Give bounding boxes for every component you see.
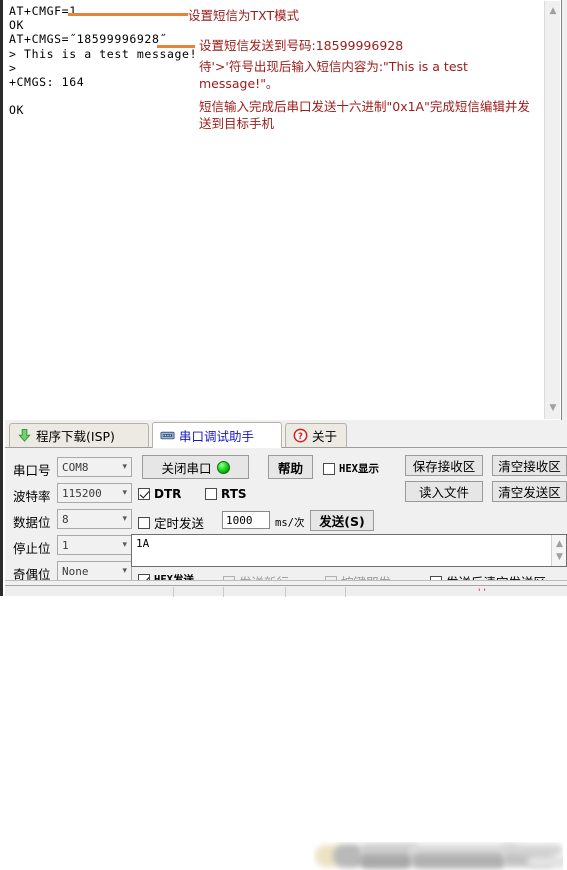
timed-unit-label: ms/次 [275,517,305,529]
checkbox-box [323,462,335,475]
rts-label: RTS [221,487,247,501]
tab-program-download[interactable]: 程序下载(ISP) [9,423,149,447]
send-area-scrollbar[interactable]: ▲ ▼ [551,535,566,566]
dtr-label: DTR [154,487,182,501]
svg-text:?: ? [298,431,303,441]
status-bar: '' [5,585,567,598]
dtr-checkbox[interactable]: DTR [138,487,181,501]
chevron-down-icon: ▾ [122,540,127,550]
annotation-line-2 [157,45,195,48]
load-file-label: 读入文件 [418,485,469,500]
rts-checkbox[interactable]: RTS [205,487,247,501]
serial-port-icon [160,428,175,443]
send-button-label: 发送(S) [319,514,365,529]
close-port-button[interactable]: 关闭串口 [142,455,249,479]
tab-label-serial-debug-assistant: 串口调试助手 [179,429,255,444]
databits-value: 8 [62,512,69,526]
port-value: COM8 [62,460,89,474]
help-label: 帮助 [277,460,303,476]
annotation-text-3: 待'>'符号出现后输入短信内容为:"This is a test message… [199,59,472,91]
download-arrow-icon [17,428,32,443]
control-panel: 串口号 波特率 数据位 停止位 奇偶位 COM8 ▾ 115200 ▾ 8 ▾ … [5,448,567,590]
timed-interval-input[interactable]: 1000 [222,511,270,529]
tab-strip: 程序下载(ISP) 串口调试助手 ? 关于 [5,421,567,869]
port-label: 串口号 [13,463,51,478]
port-status-led-icon [216,460,230,474]
timed-send-checkbox[interactable]: 定时发送 [138,513,204,532]
baud-select[interactable]: 115200 ▾ [57,483,132,503]
send-area-value: 1A [136,537,150,550]
databits-label: 数据位 [13,515,51,530]
tab-serial-debug-assistant[interactable]: 串口调试助手 [152,422,282,448]
clear-receive-button[interactable]: 清空接收区 [492,455,567,476]
checkbox-box [138,516,150,529]
send-area-input[interactable]: 1A ▲ ▼ [131,534,567,567]
checkbox-box [138,488,150,500]
baud-label: 波特率 [13,489,51,504]
tab-label-about: 关于 [312,429,338,444]
hex-display-checkbox[interactable]: HEX显示 [323,461,379,476]
parity-select[interactable]: None ▾ [57,561,132,581]
timed-interval-value: 1000 [226,513,253,527]
stopbits-value: 1 [62,538,69,552]
timed-send-label: 定时发送 [154,516,205,531]
clear-send-button[interactable]: 清空发送区 [492,481,567,502]
chevron-down-icon: ▾ [122,462,127,472]
clear-send-label: 清空发送区 [498,485,561,500]
chevron-down-icon: ▾ [122,566,127,576]
hex-display-label: HEX显示 [339,463,379,475]
scroll-down-icon[interactable]: ▼ [552,549,567,565]
question-mark-icon: ? [293,428,308,443]
chevron-down-icon: ▾ [122,488,127,498]
annotation-text-2: 设置短信发送到号码:18599996928 [199,38,404,53]
parity-value: None [62,564,89,578]
tab-about[interactable]: ? 关于 [285,423,347,447]
port-select[interactable]: COM8 ▾ [57,457,132,477]
save-receive-label: 保存接收区 [412,459,476,474]
send-button[interactable]: 发送(S) [310,510,374,531]
status-red-marks: '' [478,588,489,598]
redacted-blur-region [313,842,563,870]
help-button[interactable]: 帮助 [268,455,313,479]
stopbits-select[interactable]: 1 ▾ [57,535,132,555]
receive-area-scrollbar[interactable]: ▲ ▼ [544,1,560,419]
serial-debug-assistant-window: AT+CMGF=1 OK AT+CMGS=˝18599996928˝ > Thi… [0,0,567,869]
tab-label-program-download: 程序下载(ISP) [36,429,115,444]
databits-select[interactable]: 8 ▾ [57,509,132,529]
load-file-button[interactable]: 读入文件 [405,481,483,502]
close-port-label: 关闭串口 [161,460,212,476]
annotation-line-1 [68,13,188,16]
receive-area[interactable]: AT+CMGF=1 OK AT+CMGS=˝18599996928˝ > Thi… [5,0,562,420]
stopbits-label: 停止位 [13,541,51,556]
scroll-down-icon[interactable]: ▼ [545,400,561,416]
save-receive-button[interactable]: 保存接收区 [405,455,483,476]
checkbox-box [205,488,217,500]
baud-value: 115200 [62,486,102,500]
chevron-down-icon: ▾ [122,514,127,524]
annotation-text-4: 短信输入完成后串口发送十六进制"0x1A"完成短信编辑并发送到目标手机 [199,99,530,131]
clear-receive-label: 清空接收区 [498,459,561,474]
annotation-text-1: 设置短信为TXT模式 [188,8,300,23]
